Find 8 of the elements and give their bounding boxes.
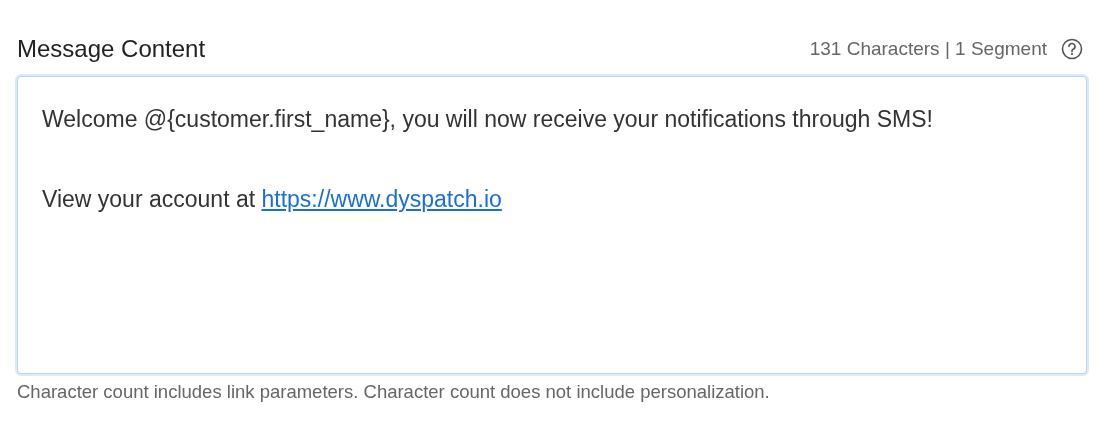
help-icon[interactable] (1061, 38, 1083, 60)
help-text: Character count includes link parameters. Character count does not include personalization. (17, 381, 771, 403)
message-field[interactable]: Welcome @{customer.first_name}, you will now receive your notifications through SMS! View your account at https://www.dyspatch.io (17, 76, 1087, 374)
account-link[interactable]: https://www.dyspatch.io (261, 186, 502, 212)
message-text: Welcome @{customer.first_name}, you will now receive your notifications through SMS! (42, 105, 934, 134)
character-counter: 131 Characters | 1 Segment (809, 38, 1047, 60)
field-label: Message Content (17, 35, 206, 63)
message-text: View your account at https://www.dyspatch.io (42, 185, 503, 214)
